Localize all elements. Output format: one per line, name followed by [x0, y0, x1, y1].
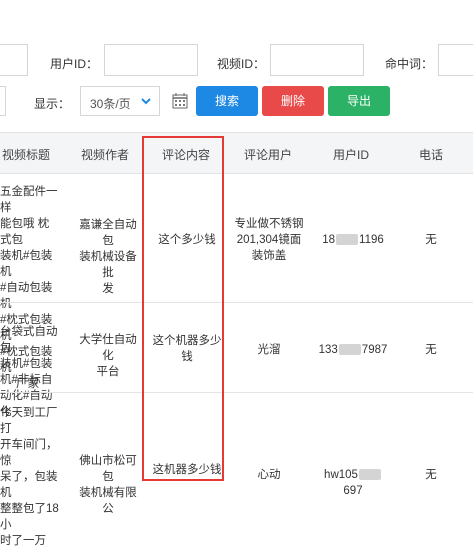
row2-user-id: 133 7987: [316, 342, 390, 358]
author-line: 装机械设备批: [79, 251, 137, 279]
title-line: 开车间门，惊: [0, 439, 58, 467]
title-line: 能包哦 枕式包: [0, 218, 50, 246]
row1-user-id: 18 1196: [316, 232, 390, 248]
hit-word-label: 命中词：: [385, 57, 434, 71]
row3-title: 今天到工厂打 开车间门，惊 呆了，包装机 整整包了18小 时了一万: [0, 405, 62, 549]
page-size-select[interactable]: 30条/页: [80, 86, 160, 116]
title-line: 台袋式自动包: [0, 326, 58, 354]
row2-author: 大学仕自动化 平台: [74, 332, 142, 380]
row-divider: [0, 392, 473, 393]
video-id-input[interactable]: [270, 44, 364, 76]
filter-input-left[interactable]: [0, 44, 28, 76]
row1-phone: 无: [425, 234, 437, 246]
author-line: 大学仕自动化: [79, 334, 137, 362]
title-line: 装机#包装机#非标自: [0, 358, 53, 386]
title-line: 装机#包装机: [0, 250, 53, 278]
row3-user-id: hw105 697: [316, 467, 390, 499]
title-line: 时了一万: [0, 535, 46, 547]
chevron-down-icon: [141, 98, 151, 105]
comment-column-highlight: [142, 136, 224, 481]
user-line: 专业做不锈钢: [234, 218, 304, 230]
redacted-blur: [358, 469, 381, 481]
header-video-author: 视频作者: [80, 148, 129, 162]
user-line: 201,304镜面: [236, 234, 302, 246]
user-id-input[interactable]: [104, 44, 198, 76]
video-id-label: 视频ID：: [217, 57, 266, 71]
row3-phone: 无: [425, 469, 437, 481]
uid-prefix: 133: [318, 344, 338, 356]
user-id-label: 用户ID：: [50, 57, 99, 71]
row2-user: 光溜: [257, 344, 281, 356]
calendar-icon[interactable]: [172, 93, 188, 109]
row1-user: 专业做不锈钢 201,304镜面 装饰盖: [230, 216, 308, 264]
row3-author: 佛山市松可包 装机械有限公: [74, 453, 142, 517]
page-size-value: 30条/页: [90, 97, 131, 111]
header-comment-user: 评论用户: [243, 148, 292, 162]
redacted-blur: [338, 344, 361, 356]
title-line: 五金配件一样: [0, 186, 58, 214]
uid-suffix: 7987: [361, 344, 388, 356]
author-line: 嘉谦全自动包: [79, 219, 137, 247]
display-label: 显示：: [34, 97, 71, 111]
header-video-title: 视频标题: [1, 148, 50, 162]
header-user-id: 用户ID: [332, 148, 369, 162]
author-line: 佛山市松可包: [79, 455, 137, 483]
delete-button[interactable]: 删除: [262, 86, 324, 116]
hit-word-input[interactable]: [438, 44, 473, 76]
row-divider: [0, 302, 473, 303]
export-button[interactable]: 导出: [328, 86, 390, 116]
row1-author: 嘉谦全自动包 装机械设备批 发: [74, 217, 142, 297]
author-line: 装机械有限公: [79, 487, 137, 515]
filter-input-left-2[interactable]: [0, 86, 6, 116]
uid-suffix: 1196: [359, 234, 384, 246]
author-line: 平台: [96, 366, 120, 378]
row2-phone: 无: [425, 344, 437, 356]
header-phone: 电话: [418, 148, 443, 162]
uid-prefix: hw105: [324, 469, 358, 481]
row3-user: 心动: [257, 469, 281, 481]
uid-prefix: 18: [322, 234, 336, 246]
user-line: 装饰盖: [251, 250, 287, 262]
search-button[interactable]: 搜索: [196, 86, 258, 116]
title-line: 呆了，包装机: [0, 471, 58, 499]
redacted-blur: [336, 234, 359, 246]
title-line: 今天到工厂打: [0, 407, 58, 435]
title-line: #自动包装机: [0, 282, 53, 310]
author-line: 发: [102, 283, 114, 295]
uid-suffix: 697: [343, 485, 363, 497]
title-line: 整整包了18小: [0, 503, 59, 531]
